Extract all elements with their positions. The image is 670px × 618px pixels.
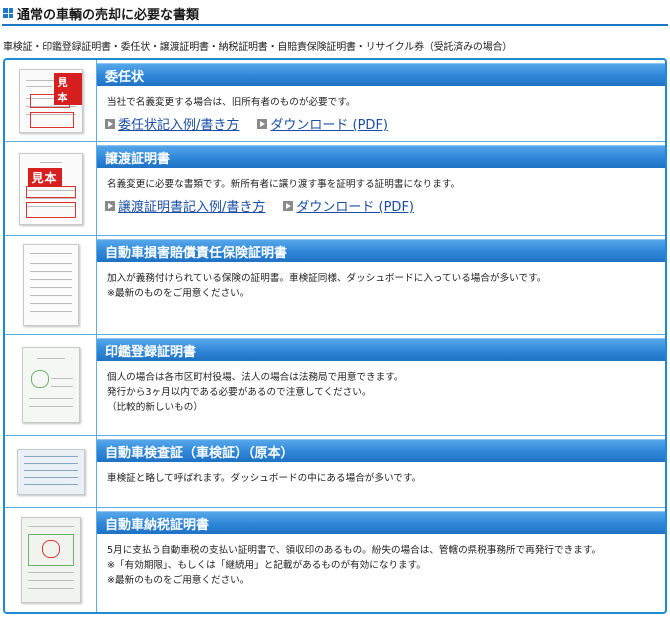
item-description-line: （比較的新しいもの） <box>107 402 203 413</box>
vehicle-inspection-thumbnail <box>16 448 85 495</box>
power-of-attorney-example-link[interactable]: 委任状記入例/書き方 <box>105 114 239 133</box>
liability-insurance-thumbnail <box>22 244 79 326</box>
thumbnail-cell <box>5 508 97 612</box>
page-title: 通常の車輌の売却に必要な書類 <box>3 4 200 23</box>
power-of-attorney-download-link[interactable]: ダウンロード (PDF) <box>257 114 388 133</box>
arrow-right-icon <box>257 118 268 129</box>
documents-panel: 見本 委任状 当社で名義変更する場合は、旧所有者のものが必要です。 委任状記入例… <box>3 58 667 614</box>
item-description-line: 5月に支払う自動車税の支払い証明書で、領収印のあるもの。紛失の場合は、管轄の県税… <box>107 545 602 556</box>
thumbnail-cell <box>5 436 97 507</box>
item-description-line: 当社で名義変更する場合は、旧所有者のものが必要です。 <box>107 97 356 108</box>
item-description-line: 名義変更に必要な書類です。新所有者に譲り渡す事を証明する証明書になります。 <box>107 179 461 190</box>
tax-certificate-thumbnail <box>20 517 81 603</box>
arrow-right-icon <box>105 200 115 211</box>
thumbnail-cell: 見本 <box>5 142 97 235</box>
transfer-certificate-download-link[interactable]: ダウンロード (PDF) <box>283 196 414 215</box>
transfer-certificate-example-link[interactable]: 譲渡証明書記入例/書き方 <box>105 196 265 215</box>
thumbnail-cell <box>5 335 97 435</box>
item-description-line: 個人の場合は各市区町村役場、法人の場合は法務局で用意できます。 <box>107 372 404 383</box>
item-title: 委任状 <box>97 63 665 86</box>
sample-stamp: 見本 <box>53 72 82 105</box>
document-summary: 車検証・印鑑登録証明書・委任状・譲渡証明書・納税証明書・自賠責保険証明書・リサイ… <box>3 42 513 53</box>
item-description: 名義変更に必要な書類です。新所有者に譲り渡す事を証明する証明書になります。 <box>97 168 665 192</box>
document-row-tax-certificate: 自動車納税証明書 5月に支払う自動車税の支払い証明書で、領収印のあるもの。紛失の… <box>5 508 665 612</box>
item-title: 自動車検査証（車検証）（原本） <box>97 439 665 462</box>
arrow-right-icon <box>283 200 294 211</box>
item-title: 自動車納税証明書 <box>97 511 665 534</box>
arrow-right-icon <box>105 118 115 129</box>
document-row-vehicle-inspection: 自動車検査証（車検証）（原本） 車検証と略して呼ばれます。ダッシュボードの中にあ… <box>5 436 665 508</box>
thumbnail-cell: 見本 <box>5 60 97 141</box>
item-title: 印鑑登録証明書 <box>97 338 665 361</box>
document-row-liability-insurance: 自動車損害賠償責任保険証明書 加入が義務付けられている保険の証明書。車検証同様、… <box>5 236 665 335</box>
item-description-line: 車検証と略して呼ばれます。ダッシュボードの中にある場合が多いです。 <box>107 473 422 484</box>
item-description-line: 加入が義務付けられている保険の証明書。車検証同様、ダッシュボードに入っている場合… <box>107 273 547 284</box>
item-description: 加入が義務付けられている保険の証明書。車検証同様、ダッシュボードに入っている場合… <box>97 262 665 301</box>
power-of-attorney-thumbnail: 見本 <box>18 68 83 133</box>
item-links: 譲渡証明書記入例/書き方 ダウンロード (PDF) <box>97 192 665 215</box>
square-grid-icon <box>3 8 13 18</box>
page-title-text: 通常の車輌の売却に必要な書類 <box>17 7 200 23</box>
title-divider <box>2 24 668 26</box>
item-description-line: ※最新のものをご用意ください。 <box>107 288 250 299</box>
transfer-certificate-thumbnail: 見本 <box>18 152 83 225</box>
document-row-power-of-attorney: 見本 委任状 当社で名義変更する場合は、旧所有者のものが必要です。 委任状記入例… <box>5 60 665 142</box>
link-label: 委任状記入例/書き方 <box>118 118 240 133</box>
link-label: ダウンロード (PDF) <box>296 200 414 215</box>
link-label: 譲渡証明書記入例/書き方 <box>118 200 266 215</box>
item-description-line: ※最新のものをご用意ください。 <box>107 575 250 586</box>
item-title: 自動車損害賠償責任保険証明書 <box>97 239 665 262</box>
link-label: ダウンロード (PDF) <box>270 118 388 133</box>
item-title: 譲渡証明書 <box>97 145 665 168</box>
item-description-line: 発行から3ヶ月以内である必要があるので注意してください。 <box>107 387 372 398</box>
item-description: 5月に支払う自動車税の支払い証明書で、領収印のあるもの。紛失の場合は、管轄の県税… <box>97 534 665 588</box>
item-links: 委任状記入例/書き方 ダウンロード (PDF) <box>97 110 665 133</box>
item-description: 個人の場合は各市区町村役場、法人の場合は法務局で用意できます。 発行から3ヶ月以… <box>97 361 665 415</box>
item-description: 車検証と略して呼ばれます。ダッシュボードの中にある場合が多いです。 <box>97 462 665 486</box>
seal-certificate-thumbnail <box>21 347 80 423</box>
sample-stamp: 見本 <box>27 167 62 187</box>
document-row-seal-certificate: 印鑑登録証明書 個人の場合は各市区町村役場、法人の場合は法務局で用意できます。 … <box>5 335 665 436</box>
item-description-line: ※「有効期限」、もしくは「継続用」と記載があるものが有効になります。 <box>107 560 426 571</box>
document-row-transfer-certificate: 見本 譲渡証明書 名義変更に必要な書類です。新所有者に譲り渡す事を証明する証明書… <box>5 142 665 236</box>
item-description: 当社で名義変更する場合は、旧所有者のものが必要です。 <box>97 86 665 110</box>
thumbnail-cell <box>5 236 97 334</box>
